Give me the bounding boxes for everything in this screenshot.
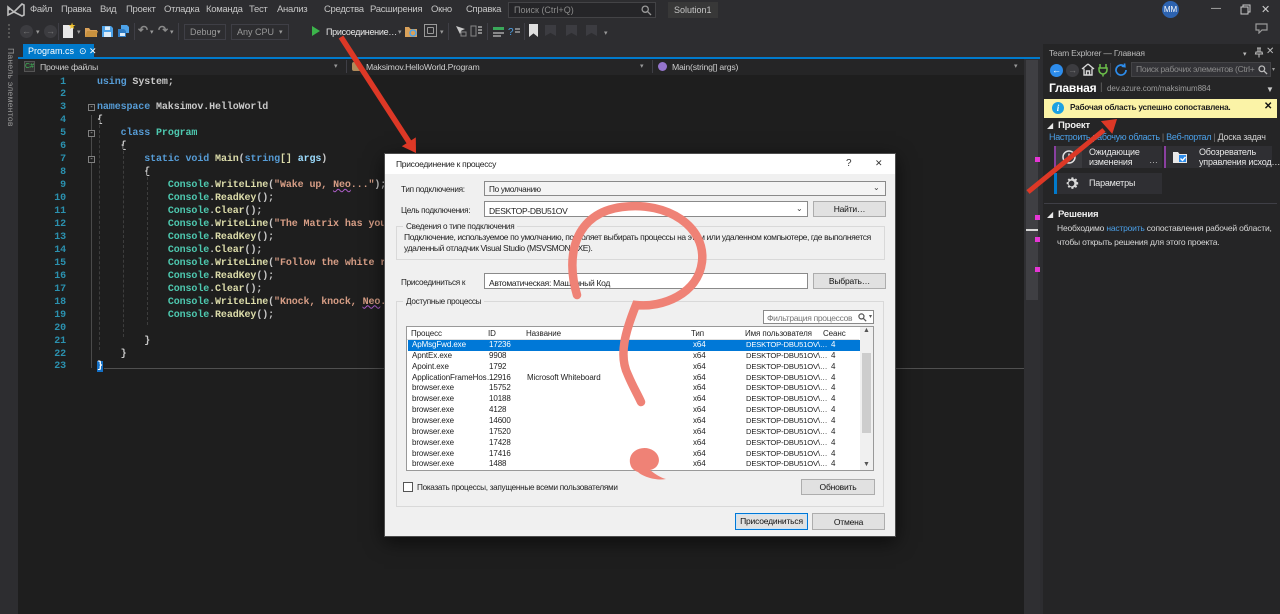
svg-text:?: ?: [508, 27, 514, 37]
